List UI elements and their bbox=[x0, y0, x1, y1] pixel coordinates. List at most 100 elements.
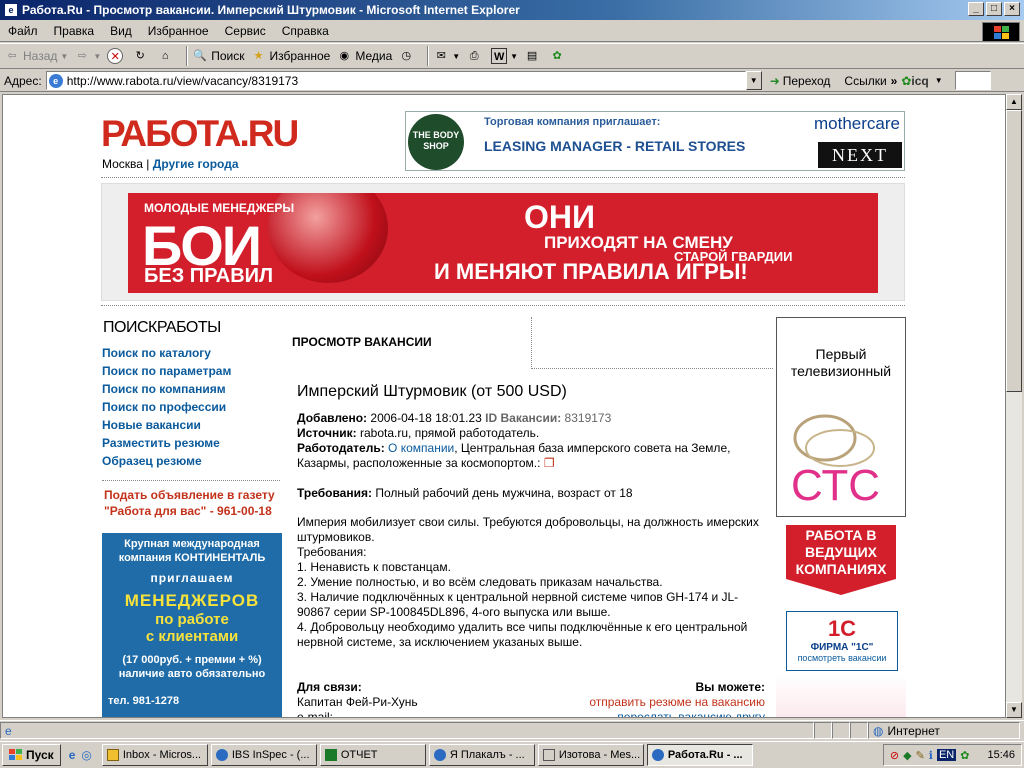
address-dropdown-button[interactable]: ▼ bbox=[745, 71, 762, 90]
media-button[interactable]: ◉ Медиа bbox=[336, 48, 393, 64]
network-tray-icon[interactable]: ◆ bbox=[903, 749, 911, 762]
close-button[interactable]: × bbox=[1004, 2, 1020, 16]
vacancy-description: Империя мобилизует свои силы. Требуются … bbox=[297, 515, 765, 650]
divider bbox=[101, 177, 905, 178]
ie-app-icon[interactable]: e bbox=[4, 3, 18, 17]
about-company-link[interactable]: О компании bbox=[388, 441, 454, 455]
refresh-button[interactable]: ↻ bbox=[132, 48, 151, 64]
task-otchet[interactable]: ОТЧЕТ bbox=[319, 744, 426, 766]
task-ibs-inspec[interactable]: IBS InSpec - (... bbox=[210, 744, 317, 766]
outlook-quicklaunch-icon[interactable]: ◎ bbox=[81, 748, 91, 762]
task-rabota[interactable]: Работа.Ru - ... bbox=[646, 744, 753, 766]
task-plakal[interactable]: Я Плакалъ - ... bbox=[428, 744, 535, 766]
menu-edit[interactable]: Правка bbox=[46, 24, 103, 38]
vacancy-requirements: Требования: Полный рабочий день мужчина,… bbox=[297, 486, 633, 500]
history-icon: ◷ bbox=[401, 50, 412, 62]
task-inbox[interactable]: Inbox - Micros... bbox=[101, 744, 208, 766]
forward-button[interactable]: ⇨ ▼ bbox=[74, 48, 102, 64]
scroll-up-button[interactable]: ▲ bbox=[1006, 94, 1022, 110]
address-input[interactable]: e http://www.rabota.ru/view/vacancy/8319… bbox=[45, 71, 746, 90]
city-selector: Москва | Другие города bbox=[102, 157, 239, 171]
banner-line4: И МЕНЯЮТ ПРАВИЛА ИГРЫ! bbox=[434, 259, 748, 284]
firm-1c-ad[interactable]: 1C ФИРМА "1С" посмотреть вакансии bbox=[786, 611, 898, 671]
go-button[interactable]: ➜ Переход bbox=[770, 74, 831, 88]
ad-line2: LEASING MANAGER - RETAIL STORES bbox=[484, 138, 746, 154]
nav-parameters[interactable]: Поиск по параметрам bbox=[102, 364, 231, 382]
minimize-button[interactable]: _ bbox=[968, 2, 984, 16]
messenger-window-icon bbox=[542, 749, 555, 761]
vacancy-title: Имперский Штурмовик (от 500 USD) bbox=[297, 383, 567, 400]
list-item: 4. Добровольцу необходимо удалить все чи… bbox=[297, 620, 748, 649]
search-button[interactable]: 🔍 Поиск bbox=[192, 48, 244, 64]
top-companies-banner[interactable]: РАБОТА В ВЕДУЩИХ КОМПАНИЯХ bbox=[786, 525, 896, 579]
chevron-right-icon[interactable]: » bbox=[891, 74, 898, 88]
ie-icon bbox=[215, 749, 228, 761]
nav-profession[interactable]: Поиск по профессии bbox=[102, 400, 231, 418]
antivirus-tray-icon[interactable]: ⊘ bbox=[890, 749, 899, 762]
scroll-down-button[interactable]: ▼ bbox=[1006, 702, 1022, 718]
ad-line1: Торговая компания приглашает: bbox=[484, 116, 661, 128]
nav-resume-sample[interactable]: Образец резюме bbox=[102, 454, 231, 472]
menu-tools[interactable]: Сервис bbox=[217, 24, 274, 38]
favorites-button[interactable]: ★ Избранное bbox=[251, 48, 331, 64]
ie-quicklaunch-icon[interactable]: e bbox=[69, 748, 76, 762]
language-indicator[interactable]: EN bbox=[936, 749, 957, 761]
banner-oni-text: ОНИ bbox=[524, 199, 595, 235]
menu-file[interactable]: Файл bbox=[0, 24, 46, 38]
vertical-scrollbar[interactable]: ▲ ▼ bbox=[1006, 94, 1022, 718]
icq-flower-icon: ✿ bbox=[901, 73, 912, 88]
menu-help[interactable]: Справка bbox=[274, 24, 337, 38]
mail-icon: ✉ bbox=[436, 50, 446, 62]
address-url: http://www.rabota.ru/view/vacancy/831917… bbox=[66, 73, 299, 88]
media-icon: ◉ bbox=[339, 50, 350, 62]
icq-label[interactable]: icq bbox=[911, 74, 928, 88]
tv-ad[interactable]: Первый телевизионный СТС bbox=[776, 317, 906, 517]
main-ad-banner[interactable]: МОЛОДЫЕ МЕНЕДЖЕРЫ БОИ БЕЗ ПРАВИЛ ОНИ ПРИ… bbox=[128, 193, 878, 293]
stop-button[interactable]: ✕ bbox=[107, 48, 126, 64]
nav-companies[interactable]: Поиск по компаниям bbox=[102, 382, 231, 400]
other-cities-link[interactable]: Другие города bbox=[153, 157, 239, 171]
home-button[interactable]: ⌂ bbox=[157, 48, 176, 64]
bodyshop-logo: THE BODY SHOP bbox=[408, 114, 464, 170]
print-icon: ⎙ bbox=[469, 50, 479, 62]
copy-icon[interactable]: ❐ bbox=[544, 456, 555, 470]
favorites-icon: ★ bbox=[253, 50, 264, 62]
menu-view[interactable]: Вид bbox=[102, 24, 140, 38]
icq-tray-icon[interactable]: ✿ bbox=[960, 749, 969, 762]
view-vacancies-link[interactable]: посмотреть вакансии bbox=[787, 653, 897, 663]
discuss-button[interactable]: ▤ bbox=[524, 48, 543, 64]
nav-catalog[interactable]: Поиск по каталогу bbox=[102, 346, 231, 364]
print-button[interactable]: ⎙ bbox=[466, 48, 485, 64]
scroll-thumb[interactable] bbox=[1006, 110, 1022, 392]
windows-logo-icon bbox=[982, 22, 1020, 42]
taskbar: Пуск e ◎ Inbox - Micros... IBS InSpec - … bbox=[0, 741, 1024, 768]
refresh-icon: ↻ bbox=[135, 50, 145, 62]
history-button[interactable]: ◷ bbox=[398, 48, 417, 64]
messenger-button[interactable]: ✿ bbox=[549, 48, 568, 64]
edit-word-button[interactable]: W ▼ bbox=[491, 48, 518, 64]
nav-post-resume[interactable]: Разместить резюме bbox=[102, 436, 231, 454]
info-tray-icon[interactable]: ℹ bbox=[929, 749, 933, 762]
view-vacancy-heading: ПРОСМОТР ВАКАНСИИ bbox=[292, 335, 432, 349]
maximize-button[interactable]: □ bbox=[986, 2, 1002, 16]
back-button[interactable]: ⇦ Назад ▼ bbox=[4, 48, 68, 64]
forward-vacancy-link[interactable]: переслать вакансию другу bbox=[617, 710, 765, 717]
mail-button[interactable]: ✉ ▼ bbox=[433, 48, 461, 64]
continental-ad[interactable]: Крупная международная компания КОНТИНЕНТА… bbox=[102, 533, 282, 717]
start-button[interactable]: Пуск bbox=[2, 744, 61, 766]
links-label[interactable]: Ссылки bbox=[844, 74, 886, 88]
page-viewport: РАБОТА.RU Москва | Другие города THE BOD… bbox=[2, 94, 1006, 718]
task-izotova[interactable]: Изотова - Mes... bbox=[537, 744, 644, 766]
send-resume-link[interactable]: отправить резюме на вакансию bbox=[589, 695, 765, 709]
icq-dropdown-icon[interactable]: ▼ bbox=[935, 76, 943, 85]
stop-icon: ✕ bbox=[107, 48, 124, 64]
menu-favorites[interactable]: Избранное bbox=[140, 24, 217, 38]
icq-input[interactable] bbox=[954, 71, 991, 90]
tool-tray-icon[interactable]: ✎ bbox=[916, 749, 925, 762]
top-ad-banner[interactable]: THE BODY SHOP Торговая компания приглаша… bbox=[405, 111, 905, 171]
newspaper-ad-link[interactable]: Подать объявление в газету "Работа для в… bbox=[104, 487, 275, 519]
divider bbox=[101, 305, 905, 306]
home-icon: ⌂ bbox=[161, 50, 169, 62]
site-logo[interactable]: РАБОТА.RU bbox=[101, 113, 299, 155]
nav-new-vacancies[interactable]: Новые вакансии bbox=[102, 418, 231, 436]
